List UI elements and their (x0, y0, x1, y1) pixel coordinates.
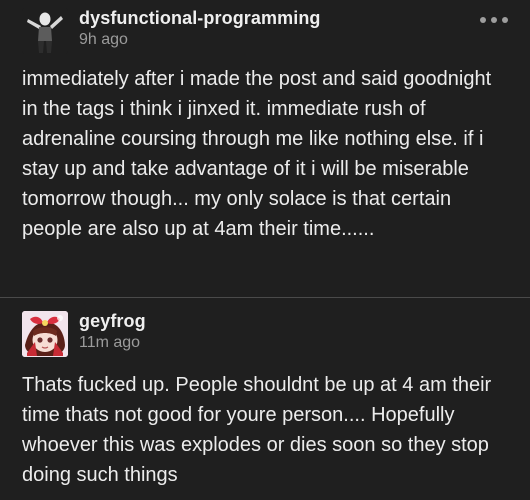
post-item: dysfunctional-programming 9h ago immedia… (0, 0, 530, 297)
reply-item: geyfrog 11m ago Thats fucked up. People … (0, 297, 530, 500)
post-meta: geyfrog 11m ago (79, 311, 146, 352)
person-standing-avatar-icon (22, 8, 68, 54)
username[interactable]: dysfunctional-programming (79, 8, 321, 29)
post-body: immediately after i made the post and sa… (22, 68, 492, 240)
post-thread: dysfunctional-programming 9h ago immedia… (0, 0, 530, 500)
username[interactable]: geyfrog (79, 311, 146, 332)
dot-icon (502, 17, 508, 23)
post-meta: dysfunctional-programming 9h ago (79, 8, 321, 49)
anime-character-avatar-icon (22, 311, 68, 357)
dot-icon (491, 17, 497, 23)
avatar[interactable] (22, 8, 68, 54)
timestamp[interactable]: 11m ago (79, 333, 146, 352)
dot-icon (480, 17, 486, 23)
more-options-button[interactable] (480, 11, 510, 29)
timestamp[interactable]: 9h ago (79, 30, 321, 49)
avatar[interactable] (22, 311, 68, 357)
post-header: dysfunctional-programming 9h ago (22, 8, 510, 54)
post-header: geyfrog 11m ago (22, 311, 510, 357)
reply-body: Thats fucked up. People shouldnt be up a… (22, 374, 492, 486)
